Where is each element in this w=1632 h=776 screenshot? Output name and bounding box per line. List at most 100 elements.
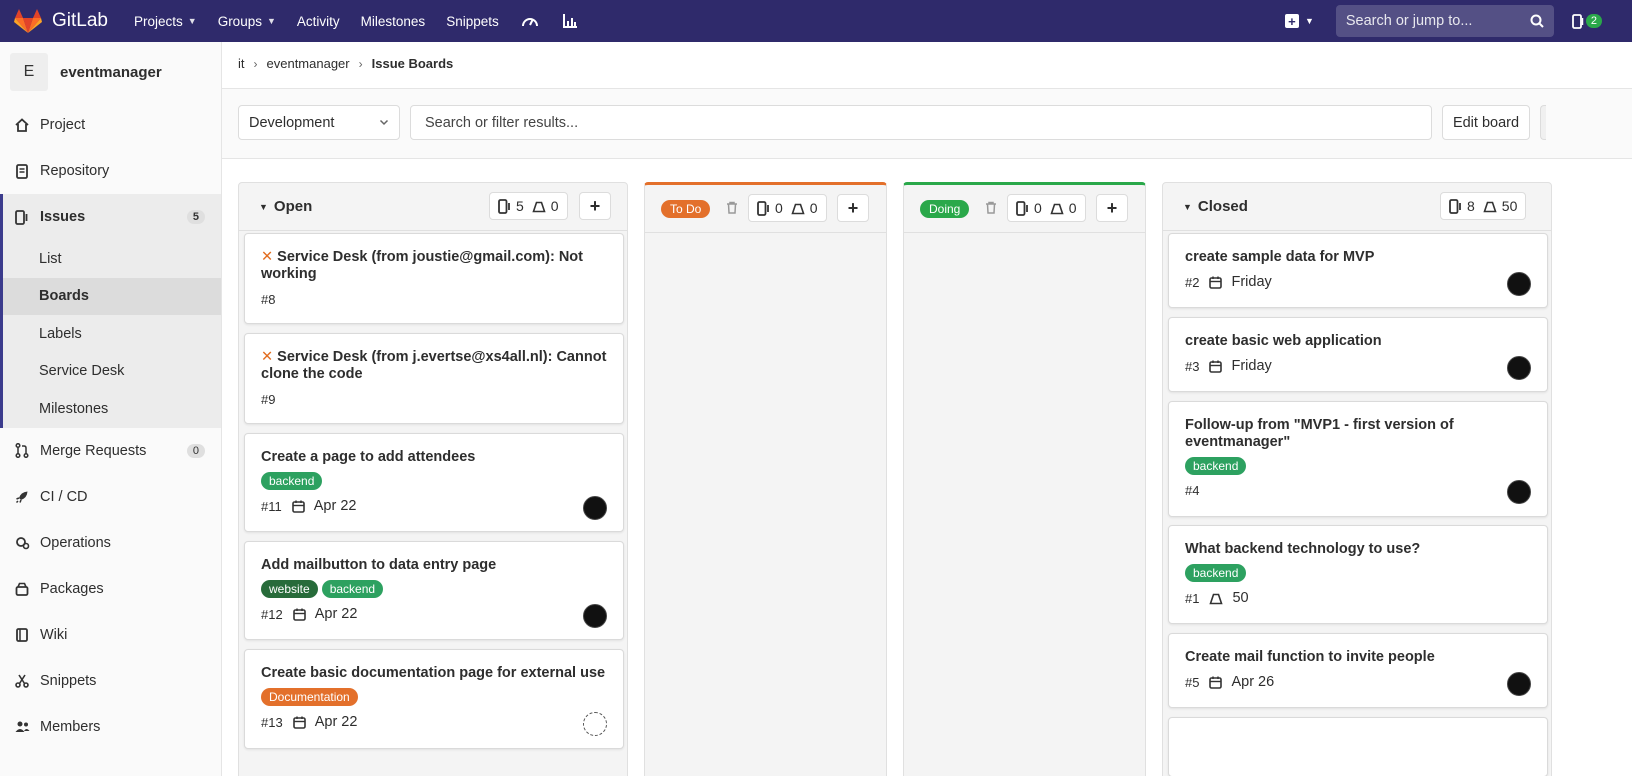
sidebar-item-wiki[interactable]: Wiki (0, 612, 221, 658)
trash-icon[interactable] (985, 201, 997, 214)
sidebar-item-members[interactable]: Members (0, 704, 221, 750)
assignee-avatar[interactable] (1507, 480, 1531, 504)
issue-number: #4 (1185, 483, 1200, 498)
board-switcher-dropdown[interactable]: Development (238, 105, 400, 140)
caret-down-icon: ▼ (259, 201, 268, 212)
issue-card[interactable] (1168, 717, 1548, 776)
nav-projects[interactable]: Projects ▼ (134, 14, 197, 29)
issue-card[interactable]: Create basic documentation page for exte… (244, 649, 624, 749)
nav-groups[interactable]: Groups ▼ (218, 14, 276, 29)
weight-icon (1483, 201, 1497, 212)
sidebar-subitem-boards[interactable]: Boards (3, 277, 221, 315)
new-issue-button[interactable]: + (579, 192, 611, 220)
chevron-down-icon: ▼ (266, 16, 276, 26)
breadcrumb-project[interactable]: eventmanager (267, 56, 350, 71)
sidebar-item-project[interactable]: Project (0, 102, 221, 148)
nav-activity[interactable]: Activity (297, 14, 340, 29)
brand-name: GitLab (52, 10, 108, 31)
label-backend[interactable]: backend (261, 472, 323, 490)
issues-icon (1449, 198, 1461, 214)
search-icon (1530, 14, 1544, 28)
project-header[interactable]: E eventmanager (0, 42, 221, 102)
due-date: Apr 22 (314, 714, 358, 730)
issue-weight: 50 (1232, 590, 1249, 606)
nav-milestones[interactable]: Milestones (361, 14, 426, 29)
issue-card[interactable]: create basic web application #3 Friday (1168, 317, 1548, 392)
label-backend[interactable]: backend (321, 580, 384, 598)
top-navbar: GitLab Projects ▼ Groups ▼ Activity Milest… (0, 0, 1632, 42)
list-header: To Do 0 0 + (645, 185, 886, 233)
calendar-icon (291, 500, 305, 513)
assignee-avatar[interactable] (1507, 356, 1531, 380)
issue-count: 0 (775, 200, 783, 216)
list-counts: 5 0 (489, 192, 568, 220)
gitlab-logo[interactable]: GitLab (14, 0, 108, 42)
sidebar-item-repository[interactable]: Repository (0, 148, 221, 194)
tanuki-icon (14, 9, 42, 33)
issue-card[interactable]: ✕ Service Desk (from joustie@gmail.com): … (244, 233, 624, 324)
users-icon (14, 719, 30, 735)
breadcrumb-current[interactable]: Issue Boards (372, 56, 454, 71)
list-counts: 0 0 (1007, 194, 1086, 222)
list-collapse-toggle[interactable]: ▼ Closed (1183, 198, 1248, 215)
issue-card[interactable]: ✕ Service Desk (from j.evertse@xs4all.nl)… (244, 333, 624, 424)
performance-dashboard-icon[interactable] (520, 11, 540, 31)
sidebar-subitem-labels[interactable]: Labels (3, 315, 221, 353)
label-documentation[interactable]: Documentation (261, 688, 358, 706)
list-counts: 8 50 (1440, 192, 1527, 220)
sidebar-item-ci-cd[interactable]: CI / CD (0, 474, 221, 520)
list-collapse-toggle[interactable]: ▼ Open (259, 198, 312, 215)
sidebar-item-snippets[interactable]: Snippets (0, 658, 221, 704)
todos-link[interactable]: 2 (1571, 13, 1602, 29)
sidebar-item-operations[interactable]: Operations (0, 520, 221, 566)
label-backend[interactable]: backend (1185, 457, 1247, 475)
nav-snippets[interactable]: Snippets (446, 14, 499, 29)
assignee-avatar[interactable] (583, 496, 607, 520)
label-backend[interactable]: backend (1185, 564, 1247, 582)
global-search-input[interactable]: Search or jump to... (1335, 5, 1554, 37)
assignee-avatar[interactable] (1507, 272, 1531, 296)
list-label-doing[interactable]: Doing (920, 199, 970, 218)
issue-number: #11 (261, 498, 282, 514)
cloud-gear-icon (14, 535, 30, 551)
sidebar-item-issues[interactable]: Issues 5 (3, 194, 221, 240)
sidebar-item-packages[interactable]: Packages (0, 566, 221, 612)
weight-icon (1050, 203, 1064, 214)
weight-icon (1209, 593, 1224, 604)
sidebar-item-merge-requests[interactable]: Merge Requests 0 (0, 428, 221, 474)
issue-card[interactable]: create sample data for MVP #2 Friday (1168, 233, 1548, 308)
issue-card[interactable]: Follow-up from "MVP1 - first version of … (1168, 401, 1548, 517)
sidebar-subitem-milestones[interactable]: Milestones (3, 390, 221, 428)
unassigned-avatar[interactable] (583, 712, 607, 736)
new-issue-button[interactable]: + (1096, 194, 1128, 222)
chevron-right-icon: › (358, 56, 363, 71)
sidebar-issues-group: Issues 5 List Boards Labels Service Desk… (0, 194, 221, 428)
sidebar-subitem-list[interactable]: List (3, 240, 221, 278)
list-label-todo[interactable]: To Do (661, 199, 711, 218)
add-list-button[interactable] (1540, 105, 1546, 140)
assignee-avatar[interactable] (1507, 672, 1531, 696)
caret-down-icon: ▼ (1183, 201, 1192, 212)
label-website[interactable]: website (261, 580, 318, 598)
list-counts: 0 0 (748, 194, 827, 222)
service-desk-icon: ✕ (261, 349, 274, 365)
issue-number: #3 (1185, 358, 1200, 374)
issue-card[interactable]: Create mail function to invite people #5… (1168, 633, 1548, 708)
todo-list-icon (1571, 13, 1584, 29)
assignee-avatar[interactable] (583, 604, 607, 628)
edit-board-button[interactable]: Edit board (1442, 105, 1530, 140)
breadcrumb-group[interactable]: it (238, 56, 245, 71)
filter-search-input[interactable]: Search or filter results... (410, 105, 1432, 140)
issue-card[interactable]: What backend technology to use? backend … (1168, 525, 1548, 624)
new-dropdown[interactable]: + ▼ (1284, 14, 1314, 28)
sidebar-subitem-service-desk[interactable]: Service Desk (3, 353, 221, 391)
new-issue-button[interactable]: + (837, 194, 869, 222)
trash-icon[interactable] (726, 201, 738, 214)
rocket-icon (14, 489, 30, 505)
analytics-chart-icon[interactable] (560, 11, 580, 31)
issues-count-badge: 5 (186, 210, 205, 224)
calendar-icon (1209, 360, 1223, 373)
issue-card[interactable]: Add mailbutton to data entry page websit… (244, 541, 624, 640)
merge-requests-count-badge: 0 (186, 443, 205, 458)
issue-card[interactable]: Create a page to add attendees backend #… (244, 433, 624, 532)
